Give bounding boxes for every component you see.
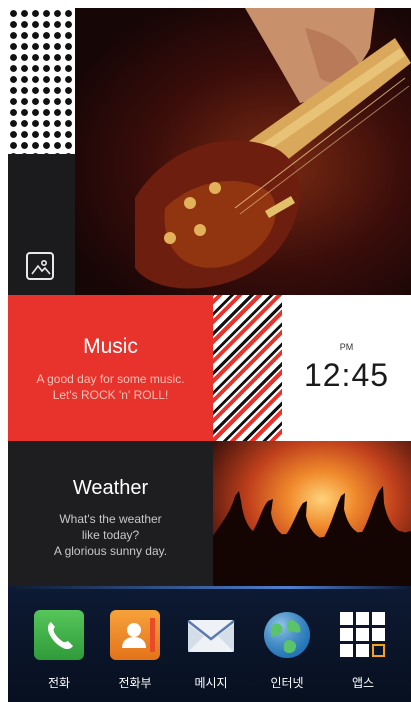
weather-line2: like today? bbox=[81, 528, 140, 542]
polka-dot-pattern bbox=[8, 8, 75, 154]
music-title: Music bbox=[83, 335, 138, 358]
dock-divider bbox=[8, 586, 411, 589]
dock-label-phone: 전화 bbox=[47, 676, 71, 690]
contacts-icon bbox=[110, 610, 160, 660]
app-dock: 전화 전화부 메시지 인터넷 앱스 bbox=[8, 586, 411, 702]
dock-label-messages: 메시지 bbox=[194, 676, 228, 690]
striped-pattern bbox=[213, 295, 282, 441]
guitar-photo bbox=[75, 8, 411, 295]
gallery-widget bbox=[8, 154, 75, 295]
weather-text: What's the weather like today? A gloriou… bbox=[28, 511, 193, 559]
phone-icon bbox=[34, 610, 84, 660]
dock-label-apps: 앱스 bbox=[351, 676, 375, 690]
clock-time: 12:45 bbox=[303, 357, 390, 393]
apps-grid-icon bbox=[338, 610, 388, 660]
clock-ampm: PM bbox=[339, 342, 354, 352]
globe-icon bbox=[262, 610, 312, 660]
music-subtitle-line2: Let's ROCK 'n' ROLL! bbox=[52, 388, 169, 402]
dock-item-apps[interactable]: 앱스 bbox=[328, 610, 398, 696]
music-subtitle: A good day for some music. Let's ROCK 'n… bbox=[18, 371, 203, 403]
home-screen: Music A good day for some music. Let's R… bbox=[8, 8, 411, 702]
dock-label-contacts: 전화부 bbox=[118, 676, 152, 690]
dock-item-messages[interactable]: 메시지 bbox=[176, 610, 246, 696]
dock-item-phone[interactable]: 전화 bbox=[24, 610, 94, 696]
music-widget[interactable]: Music A good day for some music. Let's R… bbox=[8, 295, 213, 441]
dock-item-contacts[interactable]: 전화부 bbox=[100, 610, 170, 696]
weather-line1: What's the weather bbox=[59, 512, 162, 526]
gallery-icon[interactable] bbox=[26, 252, 54, 280]
dock-item-internet[interactable]: 인터넷 bbox=[252, 610, 322, 696]
clock-widget[interactable]: PM 12:45 bbox=[282, 295, 411, 441]
weather-line3: A glorious sunny day. bbox=[53, 544, 168, 558]
message-icon bbox=[186, 610, 236, 660]
music-subtitle-line1: A good day for some music. bbox=[36, 372, 185, 386]
weather-title: Weather bbox=[72, 477, 149, 499]
dock-label-internet: 인터넷 bbox=[270, 676, 304, 690]
concert-photo bbox=[213, 441, 411, 586]
weather-widget[interactable]: Weather What's the weather like today? A… bbox=[8, 441, 213, 586]
